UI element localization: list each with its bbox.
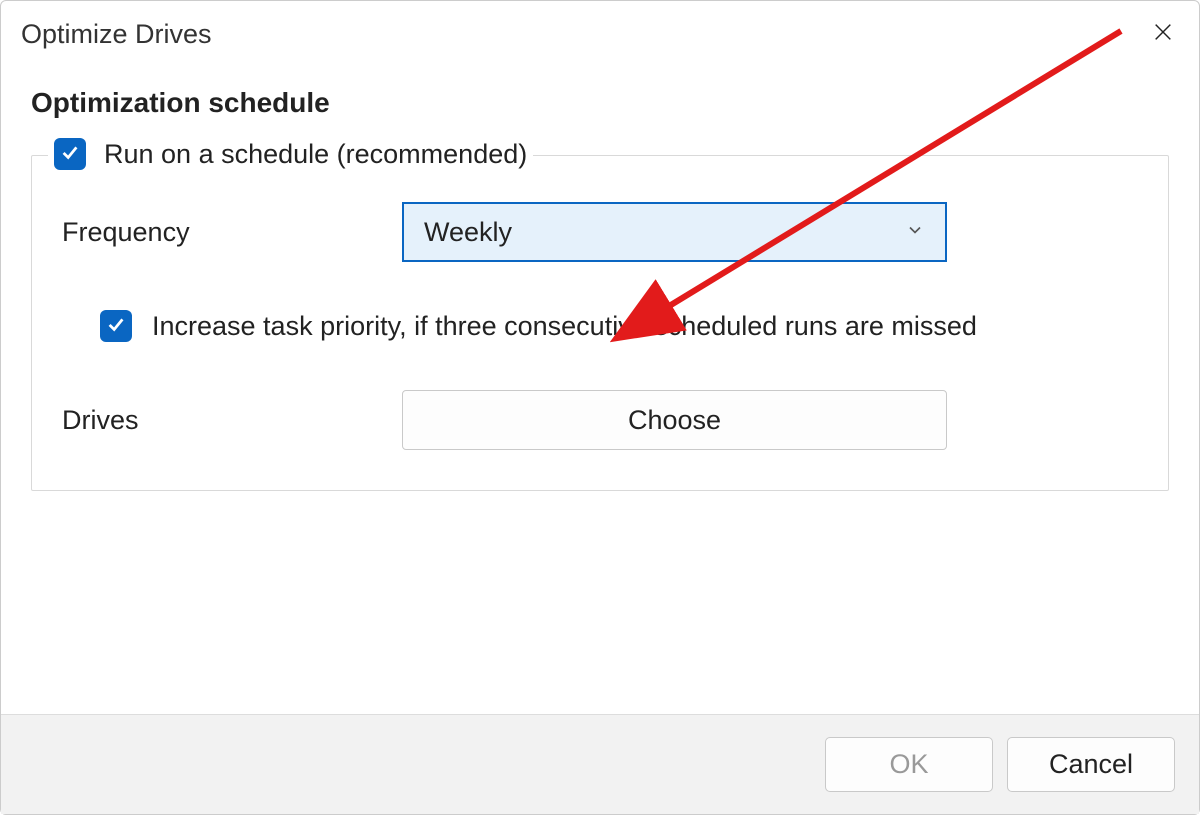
increase-priority-checkbox[interactable] [100, 310, 132, 342]
run-on-schedule-label: Run on a schedule (recommended) [104, 139, 527, 170]
frequency-row: Frequency Weekly [62, 202, 1138, 262]
close-button[interactable] [1145, 16, 1181, 52]
choose-button[interactable]: Choose [402, 390, 947, 450]
ok-button[interactable]: OK [825, 737, 993, 792]
drives-row: Drives Choose [62, 390, 1138, 450]
dialog-content: Optimization schedule Run on a schedule … [1, 57, 1199, 491]
close-icon [1152, 21, 1174, 48]
dialog-footer: OK Cancel [1, 714, 1199, 814]
schedule-groupbox: Run on a schedule (recommended) Frequenc… [31, 155, 1169, 491]
window-title: Optimize Drives [21, 19, 212, 50]
cancel-button[interactable]: Cancel [1007, 737, 1175, 792]
drives-label: Drives [62, 405, 402, 436]
run-on-schedule-row: Run on a schedule (recommended) [48, 138, 533, 170]
checkmark-icon [59, 141, 81, 168]
increase-priority-row: Increase task priority, if three consecu… [100, 310, 1138, 342]
run-on-schedule-checkbox[interactable] [54, 138, 86, 170]
increase-priority-label: Increase task priority, if three consecu… [152, 311, 977, 342]
section-heading: Optimization schedule [31, 87, 1169, 119]
checkmark-icon [105, 313, 127, 340]
chevron-down-icon [905, 220, 925, 245]
frequency-select[interactable]: Weekly [402, 202, 947, 262]
titlebar: Optimize Drives [1, 1, 1199, 57]
frequency-label: Frequency [62, 217, 402, 248]
frequency-value: Weekly [424, 217, 512, 248]
